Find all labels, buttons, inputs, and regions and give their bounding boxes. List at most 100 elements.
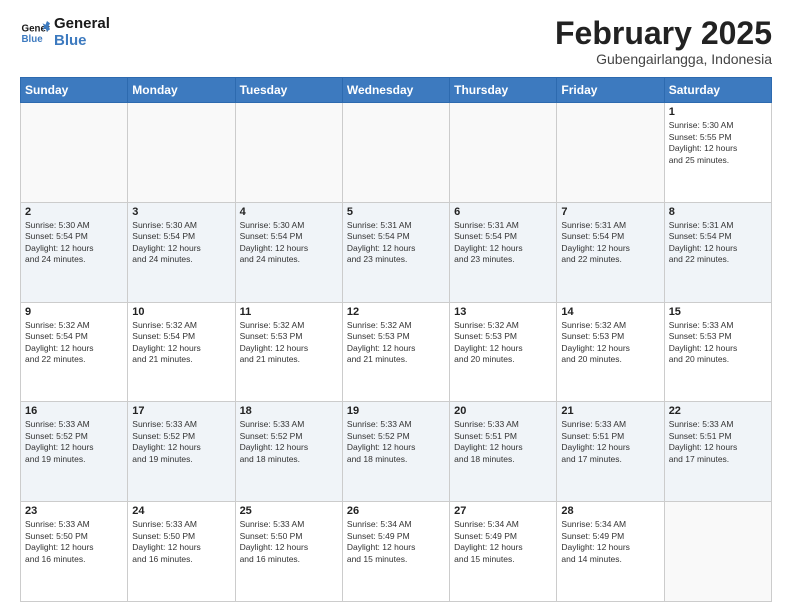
day-number: 22	[669, 405, 767, 417]
calendar-cell: 19 Sunrise: 5:33 AMSunset: 5:52 PMDayligh…	[342, 402, 449, 502]
month-title: February 2025	[555, 16, 772, 51]
day-number: 18	[240, 405, 338, 417]
calendar-cell	[21, 103, 128, 203]
day-number: 2	[25, 206, 123, 218]
day-number: 16	[25, 405, 123, 417]
calendar-cell: 26 Sunrise: 5:34 AMSunset: 5:49 PMDayligh…	[342, 502, 449, 602]
day-info: Sunrise: 5:33 AMSunset: 5:53 PMDaylight:…	[669, 320, 767, 366]
calendar-cell: 17 Sunrise: 5:33 AMSunset: 5:52 PMDayligh…	[128, 402, 235, 502]
calendar-cell: 6 Sunrise: 5:31 AMSunset: 5:54 PMDaylight…	[450, 202, 557, 302]
calendar-weekday-monday: Monday	[128, 78, 235, 103]
calendar-weekday-wednesday: Wednesday	[342, 78, 449, 103]
day-number: 28	[561, 505, 659, 517]
logo-icon: General Blue	[20, 18, 50, 48]
day-info: Sunrise: 5:32 AMSunset: 5:53 PMDaylight:…	[454, 320, 552, 366]
calendar-cell	[664, 502, 771, 602]
calendar-cell	[128, 103, 235, 203]
calendar-weekday-thursday: Thursday	[450, 78, 557, 103]
day-info: Sunrise: 5:34 AMSunset: 5:49 PMDaylight:…	[454, 519, 552, 565]
day-info: Sunrise: 5:31 AMSunset: 5:54 PMDaylight:…	[454, 220, 552, 266]
calendar-cell: 7 Sunrise: 5:31 AMSunset: 5:54 PMDaylight…	[557, 202, 664, 302]
day-number: 27	[454, 505, 552, 517]
day-info: Sunrise: 5:34 AMSunset: 5:49 PMDaylight:…	[347, 519, 445, 565]
calendar-header-row: SundayMondayTuesdayWednesdayThursdayFrid…	[21, 78, 772, 103]
day-info: Sunrise: 5:33 AMSunset: 5:52 PMDaylight:…	[132, 419, 230, 465]
day-info: Sunrise: 5:33 AMSunset: 5:52 PMDaylight:…	[240, 419, 338, 465]
calendar-cell: 9 Sunrise: 5:32 AMSunset: 5:54 PMDaylight…	[21, 302, 128, 402]
day-info: Sunrise: 5:30 AMSunset: 5:54 PMDaylight:…	[240, 220, 338, 266]
calendar-cell: 15 Sunrise: 5:33 AMSunset: 5:53 PMDayligh…	[664, 302, 771, 402]
day-number: 5	[347, 206, 445, 218]
day-info: Sunrise: 5:33 AMSunset: 5:51 PMDaylight:…	[561, 419, 659, 465]
day-info: Sunrise: 5:32 AMSunset: 5:54 PMDaylight:…	[25, 320, 123, 366]
day-info: Sunrise: 5:33 AMSunset: 5:50 PMDaylight:…	[240, 519, 338, 565]
calendar-cell	[450, 103, 557, 203]
calendar-cell: 25 Sunrise: 5:33 AMSunset: 5:50 PMDayligh…	[235, 502, 342, 602]
day-number: 26	[347, 505, 445, 517]
day-number: 15	[669, 306, 767, 318]
day-info: Sunrise: 5:30 AMSunset: 5:55 PMDaylight:…	[669, 120, 767, 166]
calendar-cell: 8Sunrise: 5:31 AMSunset: 5:54 PMDaylight…	[664, 202, 771, 302]
calendar-week-row-1: 2 Sunrise: 5:30 AMSunset: 5:54 PMDaylight…	[21, 202, 772, 302]
calendar-weekday-sunday: Sunday	[21, 78, 128, 103]
calendar-cell: 13Sunrise: 5:32 AMSunset: 5:53 PMDayligh…	[450, 302, 557, 402]
day-info: Sunrise: 5:32 AMSunset: 5:53 PMDaylight:…	[347, 320, 445, 366]
calendar-cell: 5 Sunrise: 5:31 AMSunset: 5:54 PMDaylight…	[342, 202, 449, 302]
day-number: 6	[454, 206, 552, 218]
logo-line1: General	[54, 16, 110, 33]
day-number: 17	[132, 405, 230, 417]
title-area: February 2025 Gubengairlangga, Indonesia	[555, 16, 772, 67]
day-number: 23	[25, 505, 123, 517]
calendar-cell: 23Sunrise: 5:33 AMSunset: 5:50 PMDayligh…	[21, 502, 128, 602]
calendar-cell: 27 Sunrise: 5:34 AMSunset: 5:49 PMDayligh…	[450, 502, 557, 602]
calendar-cell: 11Sunrise: 5:32 AMSunset: 5:53 PMDayligh…	[235, 302, 342, 402]
day-number: 3	[132, 206, 230, 218]
calendar-cell: 14 Sunrise: 5:32 AMSunset: 5:53 PMDayligh…	[557, 302, 664, 402]
day-number: 25	[240, 505, 338, 517]
calendar-cell: 20 Sunrise: 5:33 AMSunset: 5:51 PMDayligh…	[450, 402, 557, 502]
calendar-weekday-saturday: Saturday	[664, 78, 771, 103]
calendar-weekday-tuesday: Tuesday	[235, 78, 342, 103]
day-info: Sunrise: 5:32 AMSunset: 5:53 PMDaylight:…	[240, 320, 338, 366]
calendar-week-row-3: 16 Sunrise: 5:33 AMSunset: 5:52 PMDayligh…	[21, 402, 772, 502]
day-info: Sunrise: 5:33 AMSunset: 5:51 PMDaylight:…	[454, 419, 552, 465]
logo-area: General Blue General Blue	[20, 16, 110, 49]
calendar-cell: 2 Sunrise: 5:30 AMSunset: 5:54 PMDaylight…	[21, 202, 128, 302]
day-number: 24	[132, 505, 230, 517]
day-info: Sunrise: 5:30 AMSunset: 5:54 PMDaylight:…	[132, 220, 230, 266]
day-number: 7	[561, 206, 659, 218]
day-number: 14	[561, 306, 659, 318]
day-info: Sunrise: 5:31 AMSunset: 5:54 PMDaylight:…	[561, 220, 659, 266]
day-info: Sunrise: 5:33 AMSunset: 5:52 PMDaylight:…	[347, 419, 445, 465]
day-info: Sunrise: 5:31 AMSunset: 5:54 PMDaylight:…	[347, 220, 445, 266]
day-number: 9	[25, 306, 123, 318]
day-info: Sunrise: 5:33 AMSunset: 5:52 PMDaylight:…	[25, 419, 123, 465]
calendar-week-row-0: 1Sunrise: 5:30 AMSunset: 5:55 PMDaylight…	[21, 103, 772, 203]
day-number: 4	[240, 206, 338, 218]
day-info: Sunrise: 5:30 AMSunset: 5:54 PMDaylight:…	[25, 220, 123, 266]
calendar-cell: 10Sunrise: 5:32 AMSunset: 5:54 PMDayligh…	[128, 302, 235, 402]
day-number: 19	[347, 405, 445, 417]
calendar-cell	[557, 103, 664, 203]
day-number: 20	[454, 405, 552, 417]
logo-line2: Blue	[54, 33, 110, 50]
header: General Blue General Blue February 2025 …	[20, 16, 772, 67]
calendar-table: SundayMondayTuesdayWednesdayThursdayFrid…	[20, 77, 772, 602]
calendar-cell: 21 Sunrise: 5:33 AMSunset: 5:51 PMDayligh…	[557, 402, 664, 502]
day-info: Sunrise: 5:32 AMSunset: 5:54 PMDaylight:…	[132, 320, 230, 366]
calendar-cell: 4 Sunrise: 5:30 AMSunset: 5:54 PMDaylight…	[235, 202, 342, 302]
calendar-cell	[235, 103, 342, 203]
calendar-cell: 16 Sunrise: 5:33 AMSunset: 5:52 PMDayligh…	[21, 402, 128, 502]
page: General Blue General Blue February 2025 …	[0, 0, 792, 612]
calendar-cell: 22Sunrise: 5:33 AMSunset: 5:51 PMDayligh…	[664, 402, 771, 502]
day-number: 21	[561, 405, 659, 417]
calendar-cell: 28Sunrise: 5:34 AMSunset: 5:49 PMDayligh…	[557, 502, 664, 602]
calendar-cell: 18 Sunrise: 5:33 AMSunset: 5:52 PMDayligh…	[235, 402, 342, 502]
calendar-cell: 1Sunrise: 5:30 AMSunset: 5:55 PMDaylight…	[664, 103, 771, 203]
day-info: Sunrise: 5:33 AMSunset: 5:50 PMDaylight:…	[132, 519, 230, 565]
day-info: Sunrise: 5:32 AMSunset: 5:53 PMDaylight:…	[561, 320, 659, 366]
calendar-cell	[342, 103, 449, 203]
day-number: 12	[347, 306, 445, 318]
calendar-cell: 3 Sunrise: 5:30 AMSunset: 5:54 PMDaylight…	[128, 202, 235, 302]
day-number: 8	[669, 206, 767, 218]
